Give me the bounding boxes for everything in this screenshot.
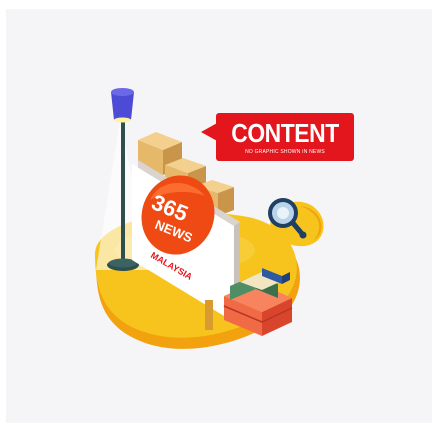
bubble-title: CONTENT [231, 118, 339, 148]
content-speech-bubble: CONTENT NO GRAPHIC SHOWN IN NEWS [216, 113, 354, 161]
news-content-illustration: 365 NEWS MALAYSIA [95, 88, 324, 349]
bubble-subtitle: NO GRAPHIC SHOWN IN NEWS [245, 149, 325, 155]
